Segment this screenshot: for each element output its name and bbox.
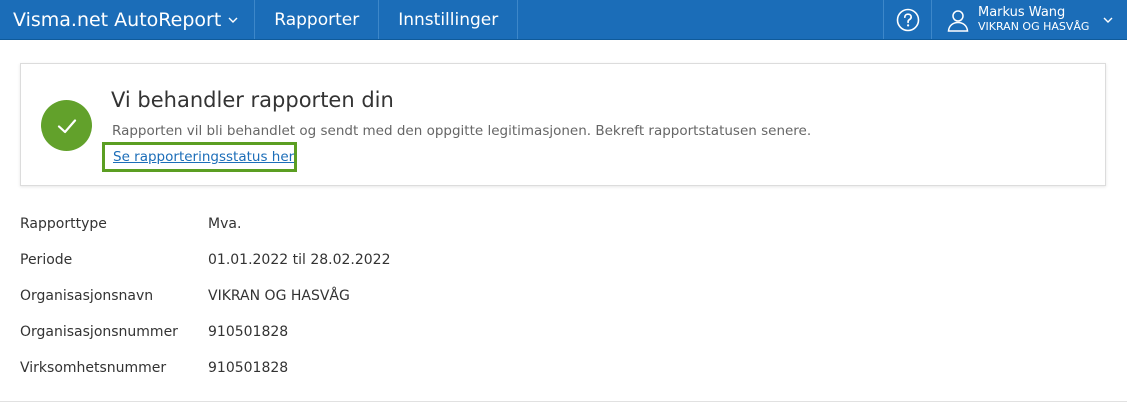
detail-row-virksomhetsnummer: Virksomhetsnummer 910501828 bbox=[20, 350, 1107, 386]
detail-row-periode: Periode 01.01.2022 til 28.02.2022 bbox=[20, 242, 1107, 278]
nav-innstillinger[interactable]: Innstillinger bbox=[379, 0, 519, 39]
nav-rapporter-label: Rapporter bbox=[274, 9, 360, 30]
report-details: Rapporttype Mva. Periode 01.01.2022 til … bbox=[20, 206, 1107, 386]
detail-label: Periode bbox=[20, 252, 73, 268]
report-status-link[interactable]: Se rapporteringsstatus her bbox=[113, 149, 294, 165]
user-name: Markus Wang bbox=[978, 4, 1066, 20]
app-switcher[interactable]: Visma.net AutoReport bbox=[0, 0, 256, 39]
user-info: Markus Wang VIKRAN OG HASVÅG bbox=[978, 4, 1090, 34]
detail-value: VIKRAN OG HASVÅG bbox=[208, 288, 350, 304]
chevron-down-icon bbox=[1103, 17, 1113, 23]
detail-row-rapporttype: Rapporttype Mva. bbox=[20, 206, 1107, 242]
detail-label: Organisasjonsnummer bbox=[20, 324, 178, 340]
top-navigation-bar: Visma.net AutoReport Rapporter Innstilli… bbox=[0, 0, 1127, 40]
success-badge bbox=[41, 100, 92, 151]
detail-label: Organisasjonsnavn bbox=[20, 288, 154, 304]
detail-label: Virksomhetsnummer bbox=[20, 360, 167, 376]
nav-rapporter[interactable]: Rapporter bbox=[255, 0, 380, 39]
detail-value: Mva. bbox=[208, 216, 242, 232]
detail-value: 01.01.2022 til 28.02.2022 bbox=[208, 252, 391, 268]
status-link-highlight: Se rapporteringsstatus her bbox=[102, 142, 297, 172]
nav-innstillinger-label: Innstillinger bbox=[398, 9, 499, 30]
help-button[interactable] bbox=[883, 0, 932, 39]
user-organization: VIKRAN OG HASVÅG bbox=[978, 19, 1090, 33]
message-title: Vi behandler rapporten din bbox=[111, 88, 394, 112]
detail-value: 910501828 bbox=[208, 324, 289, 340]
check-icon bbox=[57, 118, 76, 133]
message-description: Rapporten vil bli behandlet og sendt med… bbox=[112, 123, 812, 139]
detail-row-organisasjonsnummer: Organisasjonsnummer 910501828 bbox=[20, 314, 1107, 350]
user-menu[interactable]: Markus Wang VIKRAN OG HASVÅG bbox=[932, 0, 1127, 39]
chevron-down-icon bbox=[228, 17, 238, 23]
app-name: Visma.net AutoReport bbox=[13, 8, 222, 31]
status-message-card: Vi behandler rapporten din Rapporten vil… bbox=[20, 63, 1106, 186]
detail-label: Rapporttype bbox=[20, 216, 107, 232]
question-circle-icon bbox=[896, 8, 919, 31]
detail-row-organisasjonsnavn: Organisasjonsnavn VIKRAN OG HASVÅG bbox=[20, 278, 1107, 314]
detail-value: 910501828 bbox=[208, 360, 289, 376]
divider bbox=[0, 401, 1127, 402]
user-outline-icon bbox=[947, 9, 969, 32]
